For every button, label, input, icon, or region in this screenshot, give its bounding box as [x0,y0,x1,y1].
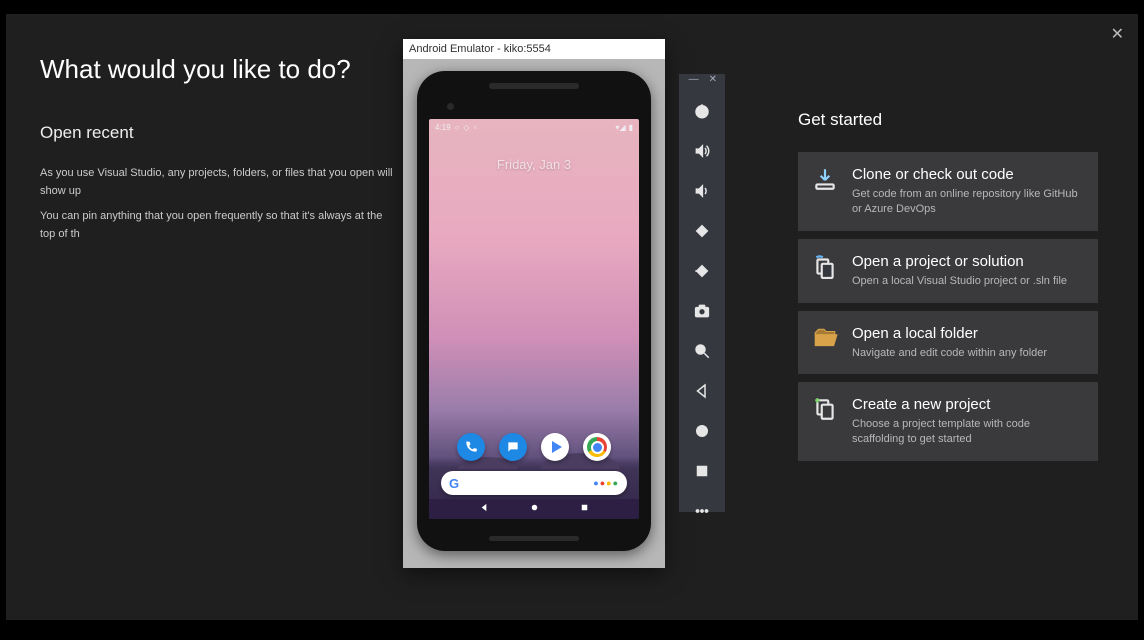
screenshot-button[interactable] [679,300,725,322]
status-dot-icon: ○ [455,123,460,132]
page-title: What would you like to do? [40,54,400,85]
open-project-icon [812,253,838,279]
rotate-left-button[interactable] [679,220,725,242]
recent-help-text-2: You can pin anything that you open frequ… [40,208,400,243]
volume-up-button[interactable] [679,140,725,162]
back-button[interactable] [479,500,490,518]
android-overview-button[interactable] [679,460,725,482]
open-recent-heading: Open recent [40,123,400,143]
status-diamond-icon: ◇ [463,123,469,132]
status-square-icon: ▫ [474,123,477,132]
battery-icon: ▮ [629,123,633,132]
google-search-bar[interactable]: G ●●●● [441,471,627,495]
home-button[interactable] [529,500,540,518]
zoom-button[interactable] [679,340,725,362]
android-home-button[interactable] [679,420,725,442]
messages-app-icon[interactable] [499,433,527,461]
front-camera-icon [447,103,454,110]
status-time: 4:19 [435,123,451,132]
assistant-icon[interactable]: ●●●● [593,478,619,488]
left-column: What would you like to do? Open recent A… [40,54,400,251]
google-logo-icon: G [449,476,459,491]
get-started-column: Get started Clone or check out code Get … [798,110,1098,469]
tile-clone-checkout[interactable]: Clone or check out code Get code from an… [798,152,1098,231]
homescreen-date: Friday, Jan 3 [429,157,639,172]
emulator-toolbar: — ✕ [679,74,725,512]
phone-frame: 4:19 ○ ◇ ▫ ▾◢ ▮ Friday, Jan 3 [417,71,651,551]
close-button[interactable]: ✕ [1111,24,1124,44]
tile-open-folder[interactable]: Open a local folder Navigate and edit co… [798,311,1098,375]
tile-open-project[interactable]: Open a project or solution Open a local … [798,239,1098,303]
status-bar: 4:19 ○ ◇ ▫ ▾◢ ▮ [429,119,639,135]
tile-subtitle: Open a local Visual Studio project or .s… [852,274,1084,289]
android-back-button[interactable] [679,380,725,402]
recent-help-text: As you use Visual Studio, any projects, … [40,165,400,200]
tile-subtitle: Get code from an online repository like … [852,187,1084,217]
tile-subtitle: Navigate and edit code within any folder [852,346,1084,361]
chrome-app-icon[interactable] [583,433,611,461]
more-options-button[interactable] [679,500,725,522]
power-button[interactable] [679,100,725,122]
emulator-window[interactable]: Android Emulator - kiko:5554 4:19 ○ ◇ ▫ … [403,39,665,568]
tile-new-project[interactable]: Create a new project Choose a project te… [798,382,1098,461]
close-emulator-button[interactable]: ✕ [707,74,719,85]
tile-subtitle: Choose a project template with code scaf… [852,417,1084,447]
minimize-button[interactable]: — [687,74,701,85]
volume-down-button[interactable] [679,180,725,202]
rotate-right-button[interactable] [679,260,725,282]
app-frame: ✕ What would you like to do? Open recent… [0,0,1144,640]
signal-icon: ▾◢ [615,123,625,132]
new-file-icon [812,396,838,422]
android-nav-bar [429,499,639,519]
phone-screen[interactable]: 4:19 ○ ◇ ▫ ▾◢ ▮ Friday, Jan 3 [429,119,639,519]
tile-title: Open a local folder [852,325,1084,342]
phone-app-icon[interactable] [457,433,485,461]
tile-title: Clone or check out code [852,166,1084,183]
recents-button[interactable] [579,500,590,518]
folder-open-icon [812,325,838,351]
get-started-heading: Get started [798,110,1098,130]
app-dock [429,433,639,461]
tile-title: Create a new project [852,396,1084,413]
tile-title: Open a project or solution [852,253,1084,270]
download-icon [812,166,838,192]
emulator-titlebar[interactable]: Android Emulator - kiko:5554 [403,39,665,59]
play-store-app-icon[interactable] [541,433,569,461]
